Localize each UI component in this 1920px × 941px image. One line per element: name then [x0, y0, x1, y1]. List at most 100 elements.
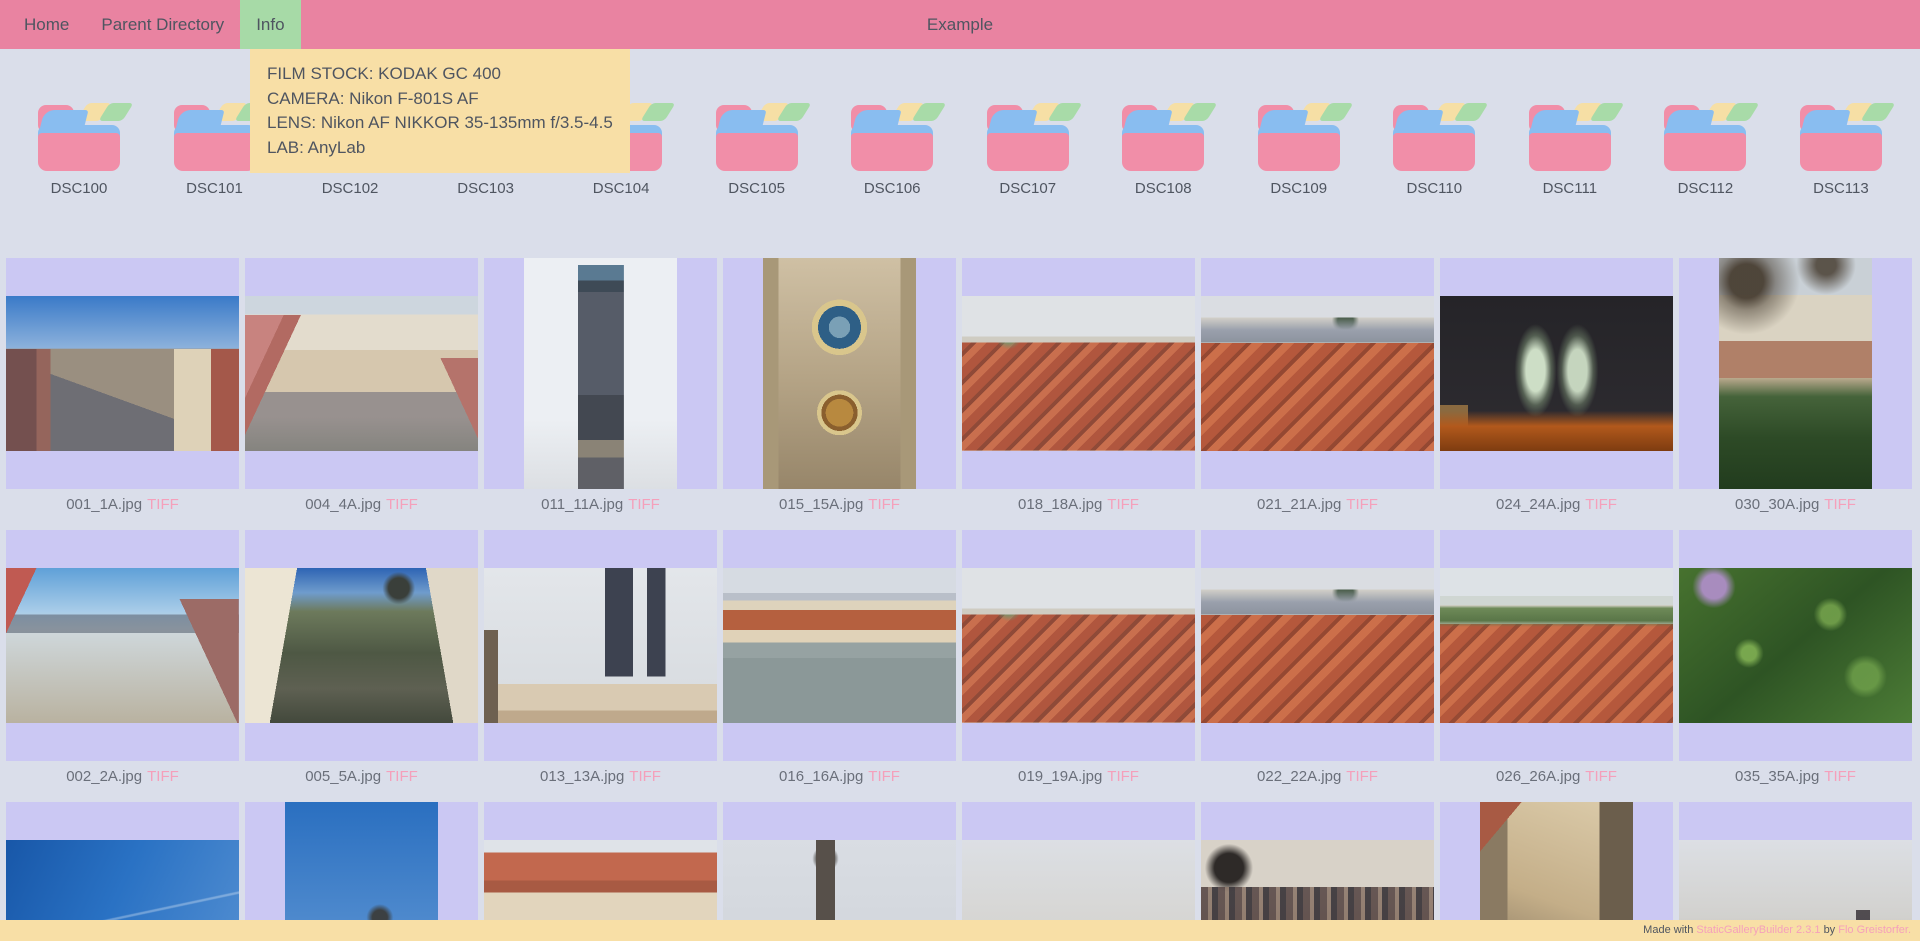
tiff-link[interactable]: TIFF — [1585, 496, 1617, 513]
folder-icon — [1800, 103, 1882, 171]
folder-item-dsc111[interactable]: DSC111 — [1527, 103, 1613, 198]
gallery-item-022_22a-jpg[interactable]: 022_22A.jpg TIFF — [1201, 530, 1434, 802]
tiff-link[interactable]: TIFF — [628, 496, 660, 513]
photo-filename: 002_2A.jpg — [66, 768, 142, 785]
photo-caption: 016_16A.jpg TIFF — [723, 761, 956, 802]
photo-filename: 030_30A.jpg — [1735, 496, 1819, 513]
photo-tile[interactable] — [1440, 530, 1673, 761]
tiff-link[interactable]: TIFF — [1824, 768, 1856, 785]
photo-thumbnail — [962, 296, 1195, 451]
photo-caption: 013_13A.jpg TIFF — [484, 761, 717, 802]
tiff-link[interactable]: TIFF — [868, 496, 900, 513]
tiff-link[interactable]: TIFF — [386, 496, 418, 513]
footer: Made with StaticGalleryBuilder 2.3.1 by … — [0, 920, 1920, 941]
gallery-item-005_5a-jpg[interactable]: 005_5A.jpg TIFF — [245, 530, 478, 802]
folder-label: DSC101 — [186, 180, 243, 198]
folder-item-dsc113[interactable]: DSC113 — [1798, 103, 1884, 198]
photo-thumbnail — [962, 568, 1195, 723]
folder-item-dsc105[interactable]: DSC105 — [714, 103, 800, 198]
gallery-item-001_1a-jpg[interactable]: 001_1A.jpg TIFF — [6, 258, 239, 530]
photo-tile[interactable] — [484, 258, 717, 489]
photo-caption: 030_30A.jpg TIFF — [1679, 489, 1912, 530]
photo-tile[interactable] — [962, 530, 1195, 761]
tooltip-line: LAB: AnyLab — [267, 136, 613, 161]
photo-caption: 026_26A.jpg TIFF — [1440, 761, 1673, 802]
nav-item-info[interactable]: Info — [240, 0, 300, 49]
folder-item-dsc108[interactable]: DSC108 — [1120, 103, 1206, 198]
tooltip-line: LENS: Nikon AF NIKKOR 35-135mm f/3.5-4.5 — [267, 111, 613, 136]
photo-thumbnail — [1201, 296, 1434, 451]
gallery-item-021_21a-jpg[interactable]: 021_21A.jpg TIFF — [1201, 258, 1434, 530]
tiff-link[interactable]: TIFF — [147, 768, 179, 785]
gallery-item-016_16a-jpg[interactable]: 016_16A.jpg TIFF — [723, 530, 956, 802]
photo-caption: 001_1A.jpg TIFF — [6, 489, 239, 530]
gallery-item-004_4a-jpg[interactable]: 004_4A.jpg TIFF — [245, 258, 478, 530]
photo-tile[interactable] — [723, 530, 956, 761]
tiff-link[interactable]: TIFF — [1824, 496, 1856, 513]
gallery-item-019_19a-jpg[interactable]: 019_19A.jpg TIFF — [962, 530, 1195, 802]
photo-thumbnail — [1440, 296, 1673, 451]
folder-icon — [1664, 103, 1746, 171]
nav-items: Home Parent Directory Info — [8, 0, 301, 49]
folder-item-dsc100[interactable]: DSC100 — [36, 103, 122, 198]
photo-caption: 018_18A.jpg TIFF — [962, 489, 1195, 530]
photo-tile[interactable] — [1201, 258, 1434, 489]
photo-tile[interactable] — [484, 530, 717, 761]
folder-item-dsc106[interactable]: DSC106 — [849, 103, 935, 198]
gallery-item-011_11a-jpg[interactable]: 011_11A.jpg TIFF — [484, 258, 717, 530]
folder-item-dsc109[interactable]: DSC109 — [1256, 103, 1342, 198]
photo-tile[interactable] — [6, 258, 239, 489]
tiff-link[interactable]: TIFF — [1585, 768, 1617, 785]
tiff-link[interactable]: TIFF — [386, 768, 418, 785]
photo-tile[interactable] — [245, 530, 478, 761]
nav-item-home[interactable]: Home — [8, 0, 85, 49]
folder-label: DSC104 — [593, 180, 650, 198]
photo-thumbnail — [245, 568, 478, 723]
folder-label: DSC105 — [728, 180, 785, 198]
photo-caption: 015_15A.jpg TIFF — [723, 489, 956, 530]
folder-item-dsc110[interactable]: DSC110 — [1391, 103, 1477, 198]
tiff-link[interactable]: TIFF — [1346, 768, 1378, 785]
tooltip-line: FILM STOCK: KODAK GC 400 — [267, 62, 613, 87]
gallery-item-002_2a-jpg[interactable]: 002_2A.jpg TIFF — [6, 530, 239, 802]
author-link[interactable]: Flo Greistorfer — [1838, 924, 1908, 936]
folder-icon — [174, 103, 256, 171]
photo-filename: 035_35A.jpg — [1735, 768, 1819, 785]
gallery-item-013_13a-jpg[interactable]: 013_13A.jpg TIFF — [484, 530, 717, 802]
gallery-item-024_24a-jpg[interactable]: 024_24A.jpg TIFF — [1440, 258, 1673, 530]
gallery-item-026_26a-jpg[interactable]: 026_26A.jpg TIFF — [1440, 530, 1673, 802]
photo-tile[interactable] — [723, 258, 956, 489]
photo-thumbnail — [1440, 568, 1673, 723]
photo-tile[interactable] — [962, 258, 1195, 489]
photo-caption: 021_21A.jpg TIFF — [1201, 489, 1434, 530]
gallery-item-015_15a-jpg[interactable]: 015_15A.jpg TIFF — [723, 258, 956, 530]
footer-suffix: . — [1908, 924, 1911, 936]
photo-tile[interactable] — [1679, 258, 1912, 489]
folder-item-dsc101[interactable]: DSC101 — [172, 103, 258, 198]
folder-item-dsc112[interactable]: DSC112 — [1662, 103, 1748, 198]
footer-conjunction: by — [1824, 924, 1836, 936]
tiff-link[interactable]: TIFF — [1107, 768, 1139, 785]
photo-tile[interactable] — [6, 530, 239, 761]
tiff-link[interactable]: TIFF — [147, 496, 179, 513]
folder-item-dsc107[interactable]: DSC107 — [985, 103, 1071, 198]
photo-filename: 001_1A.jpg — [66, 496, 142, 513]
gallery-item-035_35a-jpg[interactable]: 035_35A.jpg TIFF — [1679, 530, 1912, 802]
generator-link[interactable]: StaticGalleryBuilder 2.3.1 — [1696, 924, 1820, 936]
folder-label: DSC107 — [999, 180, 1056, 198]
gallery-item-018_18a-jpg[interactable]: 018_18A.jpg TIFF — [962, 258, 1195, 530]
photo-thumbnail — [723, 568, 956, 723]
tiff-link[interactable]: TIFF — [629, 768, 661, 785]
tooltip-line: CAMERA: Nikon F-801S AF — [267, 87, 613, 112]
tiff-link[interactable]: TIFF — [1107, 496, 1139, 513]
tiff-link[interactable]: TIFF — [1346, 496, 1378, 513]
photo-tile[interactable] — [1201, 530, 1434, 761]
photo-thumbnail — [484, 568, 717, 723]
photo-tile[interactable] — [1679, 530, 1912, 761]
folder-label: DSC109 — [1270, 180, 1327, 198]
nav-item-parent-directory[interactable]: Parent Directory — [85, 0, 240, 49]
tiff-link[interactable]: TIFF — [868, 768, 900, 785]
gallery-item-030_30a-jpg[interactable]: 030_30A.jpg TIFF — [1679, 258, 1912, 530]
photo-tile[interactable] — [245, 258, 478, 489]
photo-tile[interactable] — [1440, 258, 1673, 489]
